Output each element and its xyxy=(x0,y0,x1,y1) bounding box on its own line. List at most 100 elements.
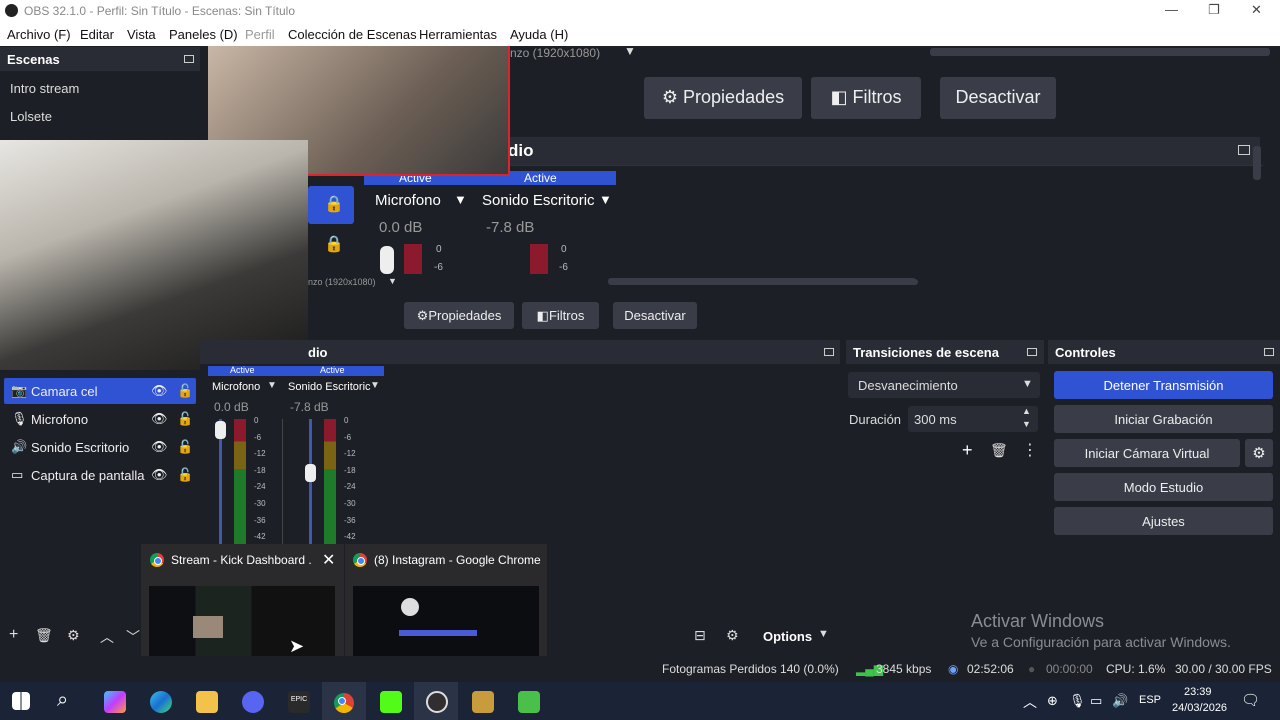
add-icon[interactable]: + xyxy=(962,440,973,461)
gear-icon: ⚙ xyxy=(416,308,429,323)
volume-slider-handle[interactable] xyxy=(380,246,394,274)
db-scale-tick: -6 xyxy=(344,432,352,442)
duration-field[interactable]: 300 ms ▲ ▼ xyxy=(908,406,1038,432)
chevron-down-icon[interactable]: ▼ xyxy=(454,192,467,207)
chevron-down-icon[interactable]: ▼ xyxy=(370,380,380,391)
properties-button-large[interactable]: ⚙ Propiedades xyxy=(644,77,802,119)
notification-icon[interactable]: 🗨 xyxy=(1241,691,1260,709)
chevron-down-icon[interactable]: ▼ xyxy=(818,628,829,640)
db-scale: 0 -6 -12 -18 -24 -30 -36 -42 xyxy=(254,416,274,546)
db-scale: 0 -6 -12 -18 -24 -30 -36 -42 xyxy=(344,416,364,546)
eye-icon[interactable]: 👁 xyxy=(151,467,168,483)
gear-icon[interactable]: ⚙ xyxy=(726,627,739,644)
eye-icon[interactable]: 👁 xyxy=(151,439,168,455)
lock-icon[interactable]: 🔒 xyxy=(324,234,344,254)
scrollbar[interactable] xyxy=(1253,146,1261,180)
menu-archivo[interactable]: Archivo (F) xyxy=(7,27,71,42)
copilot-icon[interactable] xyxy=(104,691,126,713)
lock-icon[interactable]: 🔓 xyxy=(177,439,193,455)
menu-ayuda[interactable]: Ayuda (H) xyxy=(510,27,568,42)
lock-icon[interactable]: 🔓 xyxy=(177,467,193,483)
start-record-button[interactable]: Iniciar Grabación xyxy=(1054,405,1273,433)
undock-icon[interactable] xyxy=(824,348,834,356)
eye-icon[interactable]: 👁 xyxy=(151,383,168,399)
lock-button[interactable]: 🔒 xyxy=(308,186,354,224)
menu-coleccion-escenas[interactable]: Colección de Escenas xyxy=(288,27,417,42)
start-virtual-cam-button[interactable]: Iniciar Cámara Virtual xyxy=(1054,439,1240,467)
lock-icon[interactable]: 🔓 xyxy=(177,411,193,427)
filters-button[interactable]: ◧Filtros xyxy=(522,302,599,329)
chevron-down-icon[interactable]: ﹀ xyxy=(126,627,140,647)
undock-icon[interactable] xyxy=(1264,348,1274,356)
gear-icon[interactable]: ⚙ xyxy=(67,627,80,644)
league-icon[interactable] xyxy=(472,691,494,713)
source-item-camara-cel[interactable]: 📷 Camara cel 👁 🔓 xyxy=(4,378,196,404)
chevron-up-icon[interactable]: ▲ xyxy=(1022,406,1031,416)
tray-app-icon[interactable]: ⊕ xyxy=(1047,693,1058,709)
chevron-down-icon[interactable]: ▼ xyxy=(388,276,397,286)
deactivate-button[interactable]: Desactivar xyxy=(613,302,697,329)
chevron-down-icon[interactable]: ▼ xyxy=(1022,419,1031,429)
android-icon[interactable] xyxy=(518,691,540,713)
menu-paneles[interactable]: Paneles (D) xyxy=(169,27,238,42)
lock-icon[interactable]: 🔓 xyxy=(177,383,193,399)
obs-taskbar-icon[interactable] xyxy=(426,691,448,713)
chevron-down-icon[interactable]: ▼ xyxy=(624,44,636,58)
source-item-captura-pantalla[interactable]: ▭ Captura de pantalla 👁 🔓 xyxy=(4,462,196,488)
chrome-taskbar-icon[interactable] xyxy=(334,693,354,713)
close-window-button[interactable]: ✕ xyxy=(1251,2,1262,18)
properties-button[interactable]: ⚙Propiedades xyxy=(404,302,514,329)
kick-icon[interactable] xyxy=(380,691,402,713)
chevron-up-icon[interactable]: ︿ xyxy=(100,627,114,647)
minimize-button[interactable]: — xyxy=(1165,2,1178,17)
folder-icon[interactable] xyxy=(196,691,218,713)
volume-slider-handle[interactable] xyxy=(215,421,226,439)
vcam-settings-gear-icon[interactable]: ⚙ xyxy=(1245,439,1273,467)
network-icon[interactable]: ▭ xyxy=(1090,693,1102,709)
undock-icon[interactable] xyxy=(1238,145,1250,155)
menu-vista[interactable]: Vista xyxy=(127,27,156,42)
undock-icon[interactable] xyxy=(1027,348,1037,356)
epic-games-icon[interactable]: EPIC xyxy=(288,691,310,713)
scene-item[interactable]: Lolsete xyxy=(10,109,52,124)
eye-icon[interactable]: 👁 xyxy=(151,411,168,427)
edge-icon[interactable] xyxy=(150,691,172,713)
clock-date[interactable]: 24/03/2026 xyxy=(1172,702,1227,714)
undock-icon[interactable] xyxy=(184,55,194,63)
menu-herramientas[interactable]: Herramientas xyxy=(419,27,497,42)
menu-bar: Archivo (F) Editar Vista Paneles (D) Per… xyxy=(0,22,1280,46)
scrollbar[interactable] xyxy=(608,278,916,284)
menu-editar[interactable]: Editar xyxy=(80,27,114,42)
filters-button-large[interactable]: ◧ Filtros xyxy=(811,77,921,119)
maximize-button[interactable]: ❐ xyxy=(1208,2,1220,18)
studio-mode-button[interactable]: Modo Estudio xyxy=(1054,473,1273,501)
stop-stream-button[interactable]: Detener Transmisión xyxy=(1054,371,1273,399)
source-item-microfono[interactable]: 🎙 Microfono 👁 🔓 xyxy=(4,406,196,432)
close-icon[interactable]: ✕ xyxy=(322,550,335,570)
scrollbar[interactable] xyxy=(930,48,1270,56)
add-icon[interactable]: + xyxy=(9,626,18,644)
trash-icon[interactable]: 🗑 xyxy=(990,442,1008,459)
scene-item[interactable]: Intro stream xyxy=(10,81,79,96)
language-indicator[interactable]: ESP xyxy=(1139,694,1161,706)
layout-icon[interactable]: ⊟ xyxy=(694,627,706,644)
more-icon[interactable]: ⋮ xyxy=(1022,440,1038,460)
chevron-down-icon[interactable]: ▼ xyxy=(267,380,277,391)
settings-button[interactable]: Ajustes xyxy=(1054,507,1273,535)
windows-start-icon[interactable] xyxy=(12,692,30,710)
chevron-down-icon[interactable]: ▼ xyxy=(599,192,612,207)
discord-icon[interactable] xyxy=(242,691,264,713)
source-item-sonido-escritorio[interactable]: 🔊 Sonido Escritorio 👁 🔓 xyxy=(4,434,196,460)
trash-icon[interactable]: 🗑 xyxy=(35,627,53,644)
volume-slider-handle[interactable] xyxy=(305,464,316,482)
volume-icon[interactable]: 🔊 xyxy=(1112,693,1128,709)
menu-perfil[interactable]: Perfil xyxy=(245,27,275,42)
tray-chevron-up-icon[interactable]: ︿ xyxy=(1023,692,1037,712)
options-button[interactable]: Options xyxy=(763,629,812,644)
deactivate-button-large[interactable]: Desactivar xyxy=(940,77,1056,119)
search-icon[interactable]: ⌕ xyxy=(57,689,68,712)
transition-select[interactable]: Desvanecimiento ▼ xyxy=(848,372,1040,398)
microphone-icon[interactable]: 🎙 xyxy=(1069,693,1086,709)
status-bar: Fotogramas Perdidos 140 (0.0%) ▂▄▆ 3845 … xyxy=(0,656,1280,682)
clock-time[interactable]: 23:39 xyxy=(1184,686,1212,698)
